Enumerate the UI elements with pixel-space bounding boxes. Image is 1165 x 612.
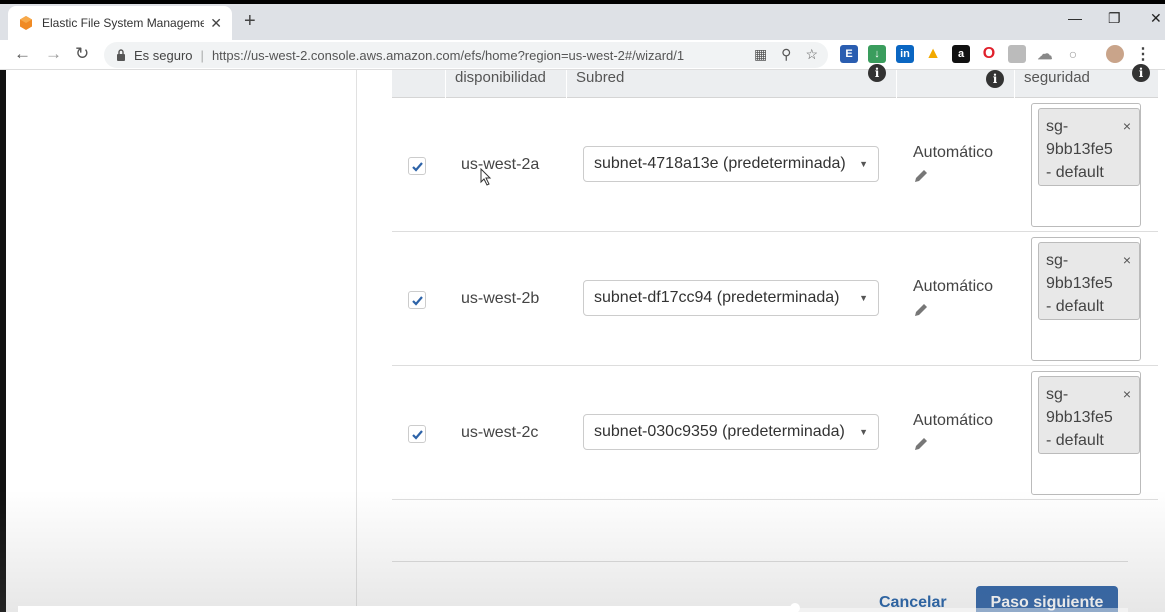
- ip-address: Automático: [913, 144, 994, 161]
- extension-gray-icon[interactable]: [1008, 45, 1026, 63]
- circle-extension-icon[interactable]: ○: [1064, 45, 1082, 63]
- header-availability-zone: disponibilidad: [455, 69, 546, 86]
- video-scrubber-handle[interactable]: [790, 603, 800, 612]
- chevron-down-icon: ▼: [859, 159, 868, 169]
- close-window-button[interactable]: ✕: [1150, 10, 1162, 27]
- subnet-value: subnet-4718a13e (predeterminada): [594, 155, 846, 172]
- video-progress-played[interactable]: [18, 606, 798, 612]
- zoom-icon[interactable]: ⚲: [781, 46, 791, 63]
- extension-download-icon[interactable]: ↓: [868, 45, 886, 63]
- browser-tab-bar: Elastic File System Management ✕ + — ❐ ✕: [0, 0, 1165, 40]
- subnet-select[interactable]: subnet-4718a13e (predeterminada) ▼: [583, 146, 879, 182]
- translate-icon[interactable]: ▦: [754, 46, 767, 63]
- remove-tag-icon[interactable]: ×: [1123, 383, 1131, 406]
- linkedin-icon[interactable]: in: [896, 45, 914, 63]
- sg-name-line: - default: [1046, 298, 1104, 315]
- menu-icon[interactable]: ⋮: [1134, 45, 1152, 63]
- security-group-tag: sg- 9bb13fe5 - default ×: [1038, 108, 1140, 186]
- lock-icon: [117, 49, 125, 61]
- table-row: us-west-2b subnet-df17cc94 (predetermina…: [392, 232, 1158, 366]
- subnet-select[interactable]: subnet-030c9359 (predeterminada) ▼: [583, 414, 879, 450]
- forward-arrow-icon[interactable]: →: [45, 44, 62, 64]
- top-border: [0, 0, 1165, 4]
- mouse-cursor-icon: [480, 168, 492, 186]
- sg-name-line: - default: [1046, 432, 1104, 449]
- header-security-groups: seguridad: [1024, 69, 1090, 86]
- zone-checkbox[interactable]: [408, 291, 426, 309]
- ip-info-icon[interactable]: i: [986, 70, 1004, 88]
- reload-icon[interactable]: ↻: [75, 44, 89, 64]
- drive-icon[interactable]: ▲: [924, 45, 942, 63]
- subnet-info-icon[interactable]: i: [868, 64, 886, 82]
- check-icon: [411, 161, 423, 172]
- table-row: us-west-2a subnet-4718a13e (predetermina…: [392, 98, 1158, 232]
- availability-zone: us-west-2a: [461, 156, 540, 173]
- security-group-field[interactable]: sg- 9bb13fe5 - default ×: [1031, 371, 1141, 495]
- tab-close-icon[interactable]: ✕: [210, 15, 222, 32]
- zone-checkbox[interactable]: [408, 425, 426, 443]
- extension-e-icon[interactable]: E: [840, 45, 858, 63]
- zone-checkbox[interactable]: [408, 157, 426, 175]
- video-edge: [0, 70, 6, 612]
- security-group-tag: sg- 9bb13fe5 - default ×: [1038, 376, 1140, 454]
- sg-id-line2: 9bb13fe5: [1046, 409, 1113, 426]
- subnet-value: subnet-df17cc94 (predeterminada): [594, 289, 840, 306]
- table-row: us-west-2c subnet-030c9359 (predetermina…: [392, 366, 1158, 500]
- address-bar[interactable]: Es seguro | https://us-west-2.console.aw…: [104, 42, 828, 68]
- profile-avatar[interactable]: [1106, 45, 1124, 63]
- check-icon: [411, 429, 423, 440]
- subnet-value: subnet-030c9359 (predeterminada): [594, 423, 845, 440]
- ip-address: Automático: [913, 278, 994, 295]
- new-tab-button[interactable]: +: [244, 10, 256, 33]
- pencil-icon[interactable]: [913, 436, 929, 452]
- ip-address: Automático: [913, 412, 994, 429]
- chevron-down-icon: ▼: [859, 427, 868, 437]
- star-icon[interactable]: ☆: [805, 46, 818, 63]
- sg-id-line2: 9bb13fe5: [1046, 141, 1113, 158]
- pencil-icon[interactable]: [913, 168, 929, 184]
- subnet-select[interactable]: subnet-df17cc94 (predeterminada) ▼: [583, 280, 879, 316]
- remove-tag-icon[interactable]: ×: [1123, 249, 1131, 272]
- remove-tag-icon[interactable]: ×: [1123, 115, 1131, 138]
- tab-title: Elastic File System Management: [42, 16, 205, 30]
- footer-divider: [392, 561, 1128, 562]
- availability-zone: us-west-2b: [461, 290, 540, 307]
- maximize-button[interactable]: ❐: [1108, 10, 1121, 27]
- header-subnet: Subred: [576, 69, 625, 86]
- sg-name-line: - default: [1046, 164, 1104, 181]
- url-text[interactable]: https://us-west-2.console.aws.amazon.com…: [212, 48, 684, 63]
- minimize-button[interactable]: —: [1068, 10, 1082, 26]
- security-group-field[interactable]: sg- 9bb13fe5 - default ×: [1031, 103, 1141, 227]
- video-progress-remaining[interactable]: [798, 608, 1128, 612]
- secure-label: Es seguro: [134, 47, 193, 63]
- cloud-icon[interactable]: ☁: [1036, 45, 1054, 63]
- check-icon: [411, 295, 423, 306]
- mount-targets-table-header: disponibilidad Subred seguridad i i i: [392, 64, 1158, 98]
- browser-tab[interactable]: Elastic File System Management ✕: [8, 6, 232, 40]
- availability-zone: us-west-2c: [461, 424, 539, 441]
- aws-favicon-icon: [20, 16, 32, 30]
- security-group-field[interactable]: sg- 9bb13fe5 - default ×: [1031, 237, 1141, 361]
- url-separator: |: [200, 47, 204, 63]
- sg-id-line2: 9bb13fe5: [1046, 275, 1113, 292]
- opera-icon[interactable]: O: [980, 45, 998, 63]
- chevron-down-icon: ▼: [859, 293, 868, 303]
- back-arrow-icon[interactable]: ←: [14, 44, 31, 64]
- browser-toolbar: ← → ↻ Es seguro | https://us-west-2.cons…: [0, 40, 1165, 70]
- pencil-icon[interactable]: [913, 302, 929, 318]
- amazon-assistant-icon[interactable]: a: [952, 45, 970, 63]
- security-group-tag: sg- 9bb13fe5 - default ×: [1038, 242, 1140, 320]
- extensions-area: E ↓ in ▲ a O ☁ ○ ⋮: [840, 45, 1152, 63]
- left-panel: [0, 70, 357, 612]
- security-info-icon[interactable]: i: [1132, 64, 1150, 82]
